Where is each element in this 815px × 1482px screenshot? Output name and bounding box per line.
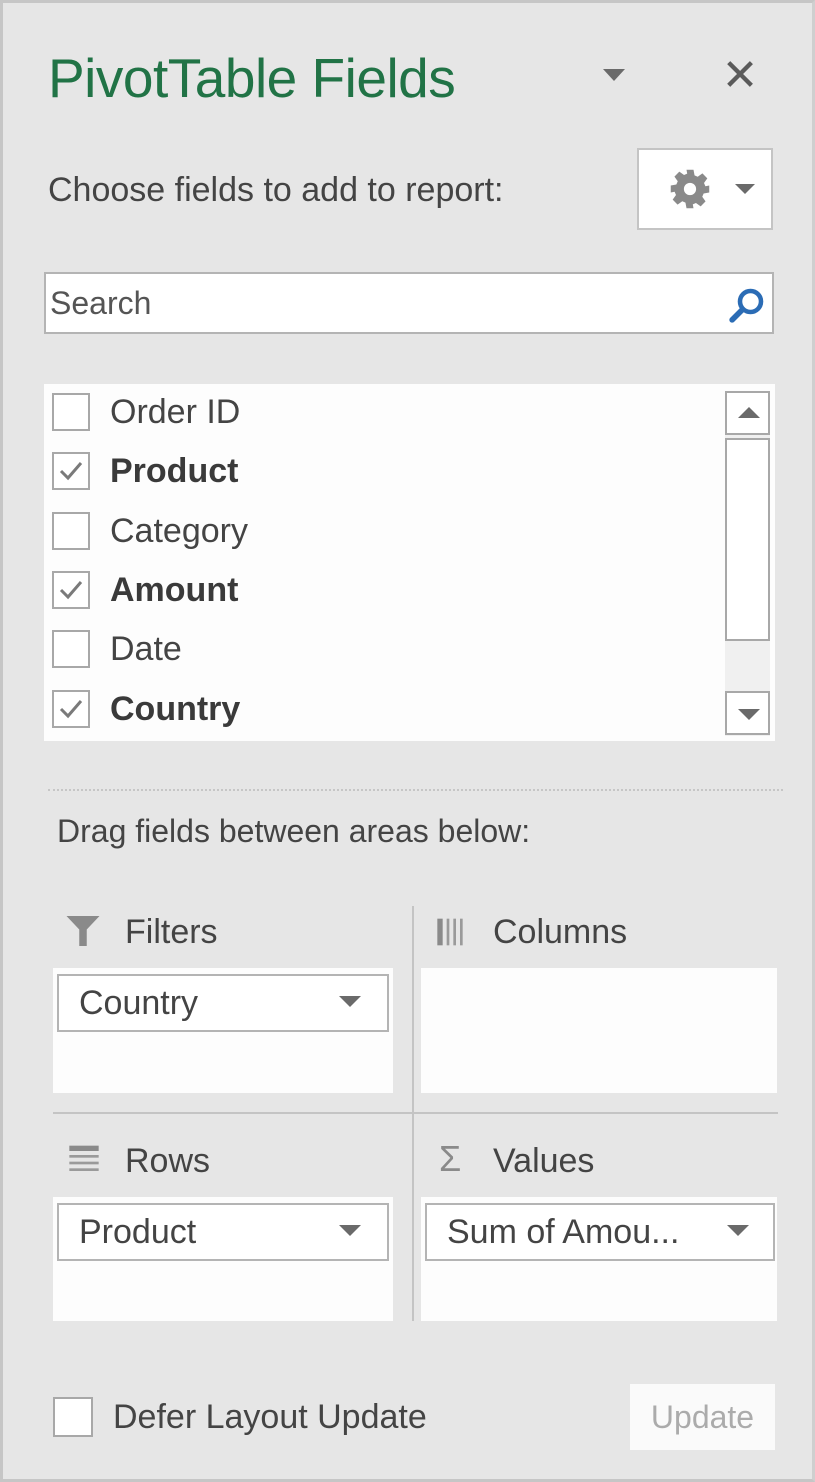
caret-down-icon (735, 184, 755, 194)
row-field-product[interactable]: Product (57, 1203, 389, 1261)
tools-button[interactable] (637, 148, 773, 230)
search-box[interactable] (44, 272, 774, 334)
filters-area-label: Filters (125, 913, 218, 951)
field-item-order-id[interactable]: Order ID (44, 387, 714, 446)
checkmark-icon (59, 581, 83, 600)
field-checkbox[interactable] (52, 393, 90, 431)
field-label: Order ID (110, 393, 241, 431)
field-item-country[interactable]: Country (44, 684, 714, 743)
filters-drop-zone[interactable]: Country (53, 968, 393, 1093)
search-icon[interactable] (726, 284, 768, 326)
caret-down-icon[interactable] (339, 996, 361, 1007)
close-icon[interactable]: ✕ (715, 51, 765, 101)
gear-icon (670, 169, 710, 209)
columns-drop-zone[interactable] (421, 968, 777, 1093)
field-checkbox[interactable] (52, 512, 90, 550)
field-list-scrollbar[interactable] (725, 391, 770, 736)
scroll-up-arrow-icon[interactable] (725, 391, 770, 435)
columns-area-label: Columns (493, 913, 628, 951)
area-field-label: Product (79, 1213, 197, 1251)
pane-title: PivotTable Fields (48, 47, 456, 109)
filter-field-country[interactable]: Country (57, 974, 389, 1032)
field-item-product[interactable]: Product (44, 446, 714, 505)
drag-fields-label: Drag fields between areas below: (57, 813, 531, 849)
field-checkbox[interactable] (52, 630, 90, 668)
field-label: Amount (110, 571, 239, 609)
field-item-date[interactable]: Date (44, 624, 714, 683)
field-checkbox[interactable] (52, 571, 90, 609)
field-list: Order ID Product Category Amount Date Co… (44, 384, 775, 741)
defer-layout-update-checkbox[interactable] (53, 1397, 93, 1437)
field-checkbox[interactable] (52, 452, 90, 490)
field-item-category[interactable]: Category (44, 506, 714, 565)
field-item-amount[interactable]: Amount (44, 565, 714, 624)
area-field-label: Sum of Amou... (447, 1213, 680, 1251)
field-label: Date (110, 630, 182, 668)
scroll-down-arrow-icon[interactable] (725, 691, 770, 735)
values-drop-zone[interactable]: Sum of Amou... (421, 1197, 777, 1321)
defer-layout-update-label[interactable]: Defer Layout Update (113, 1395, 427, 1439)
filter-icon (66, 916, 100, 946)
caret-down-icon[interactable] (339, 1225, 361, 1236)
pane-options-dropdown-icon[interactable] (595, 65, 633, 91)
field-label: Category (110, 512, 248, 550)
search-input[interactable] (50, 274, 710, 332)
update-button[interactable]: Update (630, 1384, 775, 1450)
checkmark-icon (59, 700, 83, 719)
field-checkbox[interactable] (52, 690, 90, 728)
rows-area-label: Rows (125, 1142, 211, 1180)
field-label: Product (110, 452, 239, 490)
rows-icon (69, 1145, 99, 1171)
pivottable-fields-pane: PivotTable Fields ✕ Choose fields to add… (0, 0, 815, 1482)
caret-down-icon[interactable] (727, 1225, 749, 1236)
field-label: Country (110, 690, 241, 728)
checkmark-icon (59, 462, 83, 481)
choose-fields-label: Choose fields to add to report: (48, 171, 504, 209)
area-horizontal-separator (53, 1112, 778, 1114)
section-divider (48, 789, 783, 791)
area-field-label: Country (79, 984, 199, 1022)
sigma-icon: Σ (439, 1138, 462, 1179)
rows-drop-zone[interactable]: Product (53, 1197, 393, 1321)
value-field-sum-of-amount[interactable]: Sum of Amou... (425, 1203, 775, 1261)
columns-icon (437, 918, 463, 946)
values-area-label: Values (493, 1142, 595, 1180)
scrollbar-thumb[interactable] (725, 438, 770, 641)
